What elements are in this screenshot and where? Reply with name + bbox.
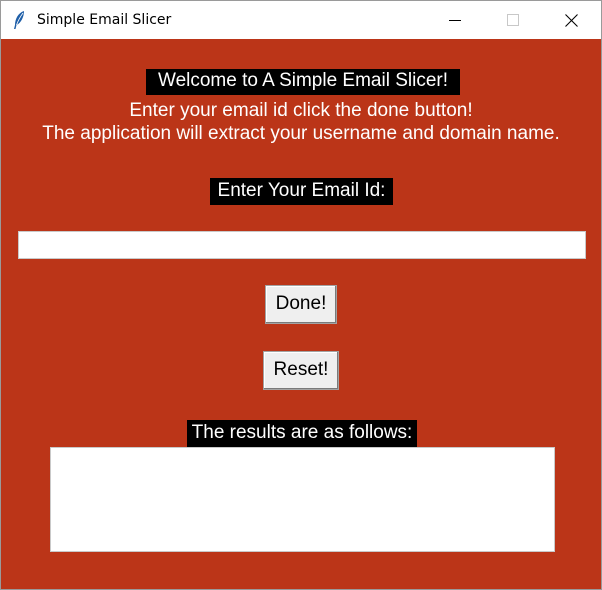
welcome-heading: Welcome to A Simple Email Slicer!	[146, 69, 460, 95]
email-label: Enter Your Email Id:	[210, 178, 393, 205]
maximize-icon	[507, 14, 519, 26]
reset-button[interactable]: Reset!	[263, 351, 339, 390]
email-input[interactable]	[18, 231, 586, 259]
instructions-line-2: The application will extract your userna…	[42, 123, 560, 144]
results-textbox[interactable]	[50, 447, 555, 552]
app-window: Simple Email Slicer Welcome to A Simple …	[0, 0, 602, 590]
minimize-button[interactable]	[432, 1, 478, 39]
title-bar[interactable]: Simple Email Slicer	[1, 1, 601, 39]
close-icon	[564, 13, 578, 27]
feather-icon	[14, 11, 24, 29]
done-button[interactable]: Done!	[265, 285, 337, 324]
window-title: Simple Email Slicer	[37, 12, 172, 28]
close-button[interactable]	[548, 1, 594, 39]
client-area: Welcome to A Simple Email Slicer! Enter …	[1, 39, 601, 589]
minimize-icon	[449, 20, 461, 21]
results-label: The results are as follows:	[187, 420, 417, 447]
maximize-button[interactable]	[490, 1, 536, 39]
instructions-line-1: Enter your email id click the done butto…	[129, 100, 473, 121]
